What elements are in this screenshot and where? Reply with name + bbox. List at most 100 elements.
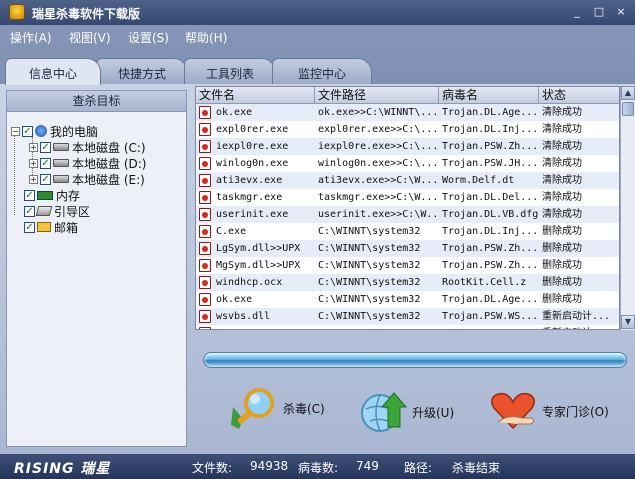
checkbox-boot-sector[interactable]: ✓ [24, 205, 35, 217]
checkbox-my-computer[interactable]: ✓ [22, 125, 33, 137]
expand-icon[interactable]: + [29, 174, 38, 184]
cell-status: 清除成功 [542, 175, 582, 186]
cell-status: 清除成功 [542, 124, 582, 135]
rising-app-icon[interactable] [9, 4, 25, 20]
virus-count-label: 病毒数: [298, 461, 339, 475]
cell-status: 删除成功 [542, 277, 582, 288]
cell-filename: MgSym.dll>>UPX [216, 260, 301, 271]
table-row[interactable]: userinit.exe userinit.exe>>C:\W... Trojan.… [196, 206, 619, 223]
results-scrollbar[interactable]: ▲ ▼ [620, 86, 635, 330]
table-row[interactable]: ok.exe ok.exe>>C:\WINNT\... Trojan.DL.Age.… [196, 104, 619, 121]
cell-filename: ok.exe [216, 294, 253, 305]
table-row[interactable]: windhcp.ocx C:\WINNT\system32 RootKit.Cell… [196, 274, 619, 291]
cell-filepath: ati3evx.exe>>C:\W... [318, 175, 439, 186]
checkbox-disk-e[interactable]: ✓ [40, 173, 51, 185]
cell-filepath: C:\WINNT\system32 [318, 277, 421, 288]
title-bar: 瑞星杀毒软件下载版 _ □ × [0, 0, 635, 25]
column-header-virus-name[interactable]: 病毒名 [439, 87, 539, 104]
expand-icon[interactable]: + [29, 142, 38, 152]
upgrade-button[interactable]: 升级(U) [358, 389, 454, 435]
cell-virus-name: Trojan.DL.Inj... [442, 226, 539, 237]
scan-results-list[interactable]: 文件名 文件路径 病毒名 状态 ok.exe ok.exe>>C:\WINNT\.… [195, 86, 620, 330]
tree-node-boot-sector[interactable]: ✓ 引导区 [24, 203, 90, 219]
tab-shortcuts[interactable]: 快捷方式 [96, 58, 188, 84]
cell-filename: winlog0n.exe [216, 158, 289, 169]
scan-status-value: 杀毒结束 [452, 461, 501, 475]
files-count-value: 94938 [250, 459, 289, 473]
table-row[interactable]: ati3evx.exe ati3evx.exe>>C:\W... Worm.Delf… [196, 172, 619, 189]
maximize-button[interactable]: □ [591, 5, 607, 20]
menu-settings[interactable]: 设置(S) [128, 29, 169, 46]
tree-label: 引导区 [54, 204, 91, 219]
scroll-thumb[interactable] [622, 102, 634, 116]
cell-filepath: C:\WINNT\system32 [318, 260, 421, 271]
checkbox-disk-c[interactable]: ✓ [40, 141, 51, 153]
menu-operate[interactable]: 操作(A) [10, 29, 52, 46]
tab-monitor-center[interactable]: 监控中心 [272, 58, 372, 84]
infected-file-icon [199, 310, 211, 323]
path-label: 路径: [404, 461, 433, 475]
infected-file-icon [199, 327, 211, 329]
tab-info-center[interactable]: 信息中心 [5, 58, 101, 85]
column-header-filepath[interactable]: 文件路径 [315, 87, 439, 104]
table-row[interactable]: winlog0n.exe winlog0n.exe>>C:\... Trojan.P… [196, 155, 619, 172]
tree-label: 内存 [56, 188, 81, 203]
table-row[interactable]: ...C:\WINNT\system32...重新启动计... [196, 325, 619, 329]
table-row[interactable]: MgSym.dll>>UPX C:\WINNT\system32 Trojan.PS… [196, 257, 619, 274]
table-row[interactable]: taskmgr.exe taskmgr.exe>>C:\W... Trojan.DL… [196, 189, 619, 206]
cell-status: 删除成功 [542, 243, 582, 254]
tree-guide-line [14, 132, 15, 215]
menu-view[interactable]: 视图(V) [69, 29, 111, 46]
table-row[interactable]: C.exe C:\WINNT\system32 Trojan.DL.Inj... 删除… [196, 223, 619, 240]
mail-icon [37, 222, 51, 232]
infected-file-icon [199, 123, 211, 136]
tree-node-memory[interactable]: ✓ 内存 [24, 187, 80, 203]
cell-status: 清除成功 [542, 192, 582, 203]
cell-virus-name: Worm.Delf.dt [442, 175, 515, 186]
tree-node-disk-d[interactable]: + ✓ 本地磁盘 (D:) [29, 155, 146, 171]
heart-hand-icon [488, 388, 538, 434]
cell-filename: ok.exe [216, 107, 253, 118]
scan-progress-bar [203, 352, 627, 368]
table-row[interactable]: iexpl0re.exe iexpl0re.exe>>C:\... Trojan.P… [196, 138, 619, 155]
table-row[interactable]: wsvbs.dll C:\WINNT\system32 Trojan.PSW.WS.… [196, 308, 619, 325]
column-header-filename[interactable]: 文件名 [196, 87, 315, 104]
tree-node-disk-e[interactable]: + ✓ 本地磁盘 (E:) [29, 171, 145, 187]
memory-icon [37, 190, 53, 200]
minimize-button[interactable]: _ [569, 5, 585, 20]
cell-filename: ... [213, 325, 315, 329]
scroll-down-icon[interactable]: ▼ [621, 315, 635, 329]
tree-node-my-computer[interactable]: − ✓ 我的电脑 [11, 123, 98, 139]
cell-status: 删除成功 [542, 260, 582, 271]
cell-filepath: iexpl0re.exe>>C:\... [318, 141, 439, 152]
expand-icon[interactable]: + [29, 158, 38, 168]
table-row[interactable]: ok.exe C:\WINNT\system32 Trojan.DL.Age... 删… [196, 291, 619, 308]
cell-status: 删除成功 [542, 226, 582, 237]
scroll-up-icon[interactable]: ▲ [621, 86, 635, 100]
table-row[interactable]: expl0rer.exe expl0rer.exe>>C:\... Trojan.D… [196, 121, 619, 138]
close-button[interactable]: × [613, 5, 629, 20]
menu-help[interactable]: 帮助(H) [185, 29, 227, 46]
cell-filename: LgSym.dll>>UPX [216, 243, 301, 254]
cell-virus-name: Trojan.DL.Age... [442, 294, 539, 305]
table-row[interactable]: LgSym.dll>>UPX C:\WINNT\system32 Trojan.PS… [196, 240, 619, 257]
tree-node-disk-c[interactable]: + ✓ 本地磁盘 (C:) [29, 139, 146, 155]
disk-icon [53, 159, 69, 167]
checkbox-disk-d[interactable]: ✓ [40, 157, 51, 169]
tab-tool-list[interactable]: 工具列表 [184, 58, 276, 84]
cell-virus-name: Trojan.DL.Inj... [442, 124, 539, 135]
cell-filename: C.exe [216, 226, 247, 237]
tree-node-mailbox[interactable]: ✓ 邮箱 [24, 219, 78, 235]
cell-filepath: C:\WINNT\system32 [318, 311, 421, 322]
tree-label: 本地磁盘 (D:) [72, 156, 147, 171]
cell-status: 重新启动计... [542, 311, 611, 322]
cell-virus-name: Trojan.PSW.Zh... [442, 243, 539, 254]
cell-filepath: taskmgr.exe>>C:\W... [318, 192, 439, 203]
column-header-status[interactable]: 状态 [539, 87, 619, 104]
checkbox-memory[interactable]: ✓ [24, 189, 35, 201]
menu-bar: 操作(A) 视图(V) 设置(S) 帮助(H) [0, 27, 635, 47]
expert-clinic-button[interactable]: 专家门诊(O) [488, 388, 609, 434]
checkbox-mailbox[interactable]: ✓ [24, 221, 35, 233]
scan-button[interactable]: 杀毒(C) [229, 385, 325, 431]
collapse-icon[interactable]: − [11, 126, 20, 136]
